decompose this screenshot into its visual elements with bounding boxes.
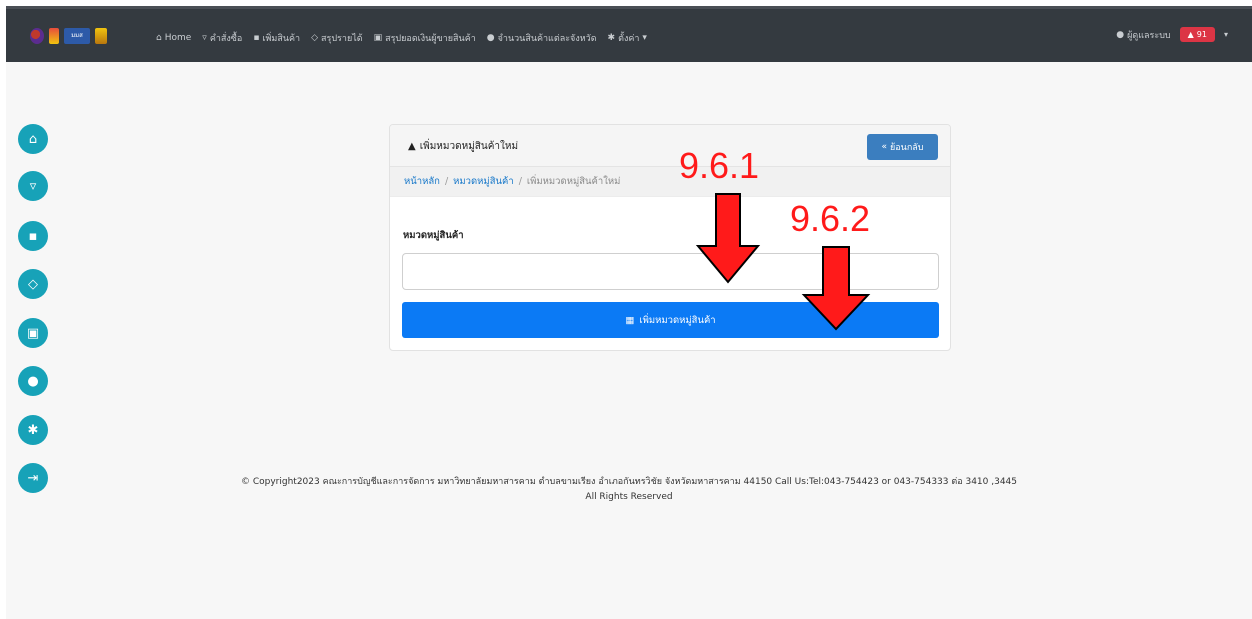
gear-icon: ✱ (607, 33, 616, 43)
sidebar-settings-button[interactable]: ✱ (18, 415, 48, 445)
card-title-text: เพิ่มหมวดหมู่สินค้าใหม่ (419, 141, 519, 152)
nav-item-label: สรุปยอดเงินผู้ขายสินค้า (385, 34, 476, 44)
home-icon: ⌂ (156, 33, 162, 43)
breadcrumb: หน้าหลัก / หมวดหมู่สินค้า / เพิ่มหมวดหมู… (390, 167, 950, 197)
nav-item-label: เพิ่มสินค้า (262, 34, 301, 44)
gem-icon: ◇ (311, 33, 319, 43)
breadcrumb-current: เพิ่มหมวดหมู่สินค้าใหม่ (526, 176, 621, 187)
annotation-label-2: 9.6.2 (790, 198, 871, 239)
footer: © Copyright2023 คณะการบัญชีและการจัดการ … (6, 475, 1252, 505)
card-title: ▲ เพิ่มหมวดหมู่สินค้าใหม่ (408, 139, 518, 154)
nav-item-home[interactable]: ⌂ Home (156, 33, 191, 43)
chevron-down-icon: ▾ (642, 33, 647, 43)
card-header: ▲ เพิ่มหมวดหมู่สินค้าใหม่ « ย้อนกลับ (390, 125, 950, 167)
bell-icon: ▲ (1187, 30, 1194, 39)
notification-button[interactable]: ▲ 91 (1179, 27, 1215, 42)
nav-menu: ⌂ Home ▿ คำสั่งซื้อ ▪ เพิ่มสินค้า ◇ สรุปรายไ… (156, 31, 647, 45)
double-chevron-left-icon: « (881, 142, 887, 152)
sidebar-money-button[interactable]: ▣ (18, 318, 48, 348)
cart-icon: ▿ (202, 33, 207, 43)
gem-icon: ◇ (28, 276, 38, 292)
nav-item-label: จำนวนสินค้าแต่ละจังหวัด (497, 34, 597, 44)
top-navbar: มมส ⌂ Home ▿ คำสั่งซื้อ ▪ เพิ่มสินค้า ◇ สรุป… (6, 6, 1252, 62)
gear-icon: ✱ (27, 422, 39, 438)
user-menu[interactable]: ● ผู้ดูแลระบบ (1116, 28, 1170, 42)
add-category-button-label: เพิ่มหมวดหมู่สินค้า (639, 314, 716, 326)
logo-group: มมส (30, 28, 107, 44)
bag-icon: ▪ (28, 228, 38, 244)
emblem-logo-icon (95, 28, 107, 44)
user-icon: ● (1116, 29, 1125, 40)
brand-logo-icon: มมส (64, 28, 90, 44)
sidebar-home-button[interactable]: ⌂ (18, 124, 48, 154)
location-icon: ● (27, 373, 39, 389)
breadcrumb-home-link[interactable]: หน้าหลัก (404, 174, 440, 189)
nav-item-label: คำสั่งซื้อ (209, 34, 243, 44)
sidebar-cart-button[interactable]: ▿ (18, 171, 48, 201)
back-button[interactable]: « ย้อนกลับ (867, 134, 938, 160)
annotation-arrow-1-icon (695, 193, 761, 284)
sitemap-icon: ▲ (408, 141, 416, 152)
save-icon: ▦ (625, 314, 635, 326)
sidebar-gem-button[interactable]: ◇ (18, 269, 48, 299)
annotation-arrow-2-icon (801, 246, 871, 331)
location-icon: ● (486, 33, 495, 43)
home-icon: ⌂ (28, 131, 38, 147)
money-icon: ▣ (26, 325, 40, 341)
nav-item-add-product[interactable]: ▪ เพิ่มสินค้า (253, 31, 300, 45)
footer-copyright: © Copyright2023 คณะการบัญชีและการจัดการ … (240, 477, 1018, 487)
nav-item-settings[interactable]: ✱ ตั้งค่า ▾ (608, 31, 647, 45)
notification-count: 91 (1196, 30, 1207, 39)
chevron-down-icon[interactable]: ▾ (1224, 30, 1228, 39)
nav-item-label: Home (164, 33, 192, 43)
footer-rights: All Rights Reserved (585, 492, 673, 502)
university-logo-icon (30, 28, 44, 44)
money-icon: ▣ (373, 33, 383, 43)
back-button-label: ย้อนกลับ (890, 143, 924, 153)
nav-item-label: สรุปรายได้ (321, 34, 363, 44)
nav-item-province-count[interactable]: ● จำนวนสินค้าแต่ละจังหวัด (487, 31, 597, 45)
nav-item-seller-summary[interactable]: ▣ สรุปยอดเงินผู้ขายสินค้า (374, 31, 476, 45)
sidebar-location-button[interactable]: ● (18, 366, 48, 396)
nav-right-group: ● ผู้ดูแลระบบ ▲ 91 ▾ (1116, 27, 1228, 42)
category-field-label: หมวดหมู่สินค้า (403, 230, 464, 241)
breadcrumb-separator: / (444, 176, 449, 187)
cart-icon: ▿ (29, 178, 37, 194)
nav-item-orders[interactable]: ▿ คำสั่งซื้อ (202, 31, 242, 45)
nav-item-label: ตั้งค่า (618, 34, 640, 44)
bag-icon: ▪ (253, 33, 260, 43)
annotation-label-1: 9.6.1 (679, 145, 760, 186)
user-label: ผู้ดูแลระบบ (1127, 30, 1171, 41)
breadcrumb-category-link[interactable]: หมวดหมู่สินค้า (453, 174, 514, 189)
breadcrumb-separator: / (518, 176, 522, 187)
crest-logo-icon (49, 28, 59, 44)
nav-item-income-summary[interactable]: ◇ สรุปรายได้ (311, 31, 363, 45)
app-frame: มมส ⌂ Home ▿ คำสั่งซื้อ ▪ เพิ่มสินค้า ◇ สรุป… (6, 6, 1252, 619)
sidebar-bag-button[interactable]: ▪ (18, 221, 48, 251)
